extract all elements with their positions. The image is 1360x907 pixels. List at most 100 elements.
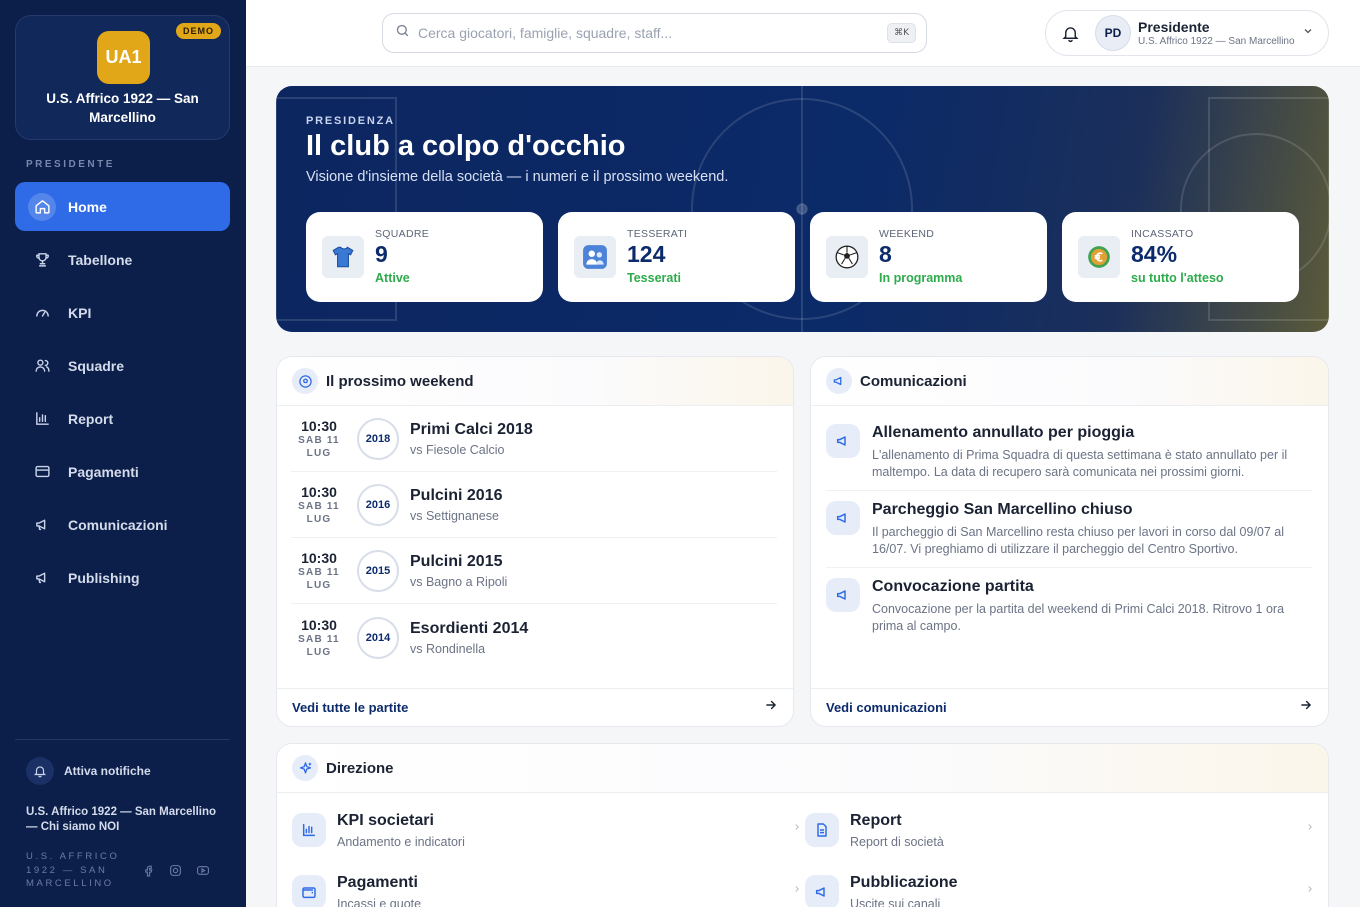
sidebar-item-label: Tabellone	[68, 251, 133, 268]
card-title: Il prossimo weekend	[326, 372, 474, 390]
sidebar: DEMO UA1 U.S. Affrico 1922 — San Marcell…	[0, 0, 246, 907]
jersey-icon	[322, 236, 364, 278]
chevron-down-icon	[1302, 24, 1314, 42]
arrow-right-icon	[764, 698, 778, 717]
match-time: 10:30	[301, 549, 337, 566]
footer-club-caption: U.S. AFFRICO 1922 — SAN MARCELLINO	[26, 851, 120, 889]
bell-icon[interactable]	[1050, 24, 1090, 43]
instagram-icon[interactable]	[169, 864, 182, 882]
footer-club-link[interactable]: U.S. Affrico 1922 — San Marcellino — Chi…	[26, 805, 226, 835]
chevron-right-icon	[792, 882, 802, 900]
match-team: Pulcini 2016	[410, 486, 503, 504]
match-month: LUG	[306, 579, 332, 591]
direction-item-title: Pagamenti	[337, 873, 418, 891]
user-menu[interactable]: PD Presidente U.S. Affrico 1922 — San Ma…	[1045, 10, 1329, 56]
match-row[interactable]: 10:30 SAB 11 LUG 2016 Pulcini 2016 vs Setti…	[291, 472, 777, 538]
user-name: Presidente	[1138, 19, 1210, 35]
card-title: Comunicazioni	[860, 372, 967, 390]
enable-notifications-button[interactable]: Attiva notifiche	[26, 757, 151, 785]
announcement-title: Convocazione partita	[872, 578, 1034, 595]
card-title: Direzione	[326, 759, 394, 777]
match-opponent: vs Settignanese	[410, 508, 499, 523]
stat-card-squadre[interactable]: SQUADRE 9 Attive	[306, 212, 543, 302]
megaphone-icon	[826, 368, 852, 394]
user-club: U.S. Affrico 1922 — San Marcellino	[1138, 36, 1295, 47]
sidebar-item-home[interactable]: Home	[15, 182, 230, 231]
megaphone-icon	[28, 511, 56, 539]
team-year-badge: 2015	[357, 549, 399, 592]
bar-chart-icon	[28, 405, 56, 433]
sidebar-item-label: Pagamenti	[68, 463, 139, 480]
match-time: 10:30	[301, 617, 337, 633]
stat-label: SQUADRE	[375, 228, 430, 240]
megaphone-icon	[805, 875, 839, 907]
stat-note: In programma	[879, 271, 963, 285]
arrow-right-icon	[1299, 698, 1313, 717]
demo-badge: DEMO	[176, 23, 221, 39]
facebook-icon[interactable]	[142, 864, 155, 882]
see-announcements-link[interactable]: Vedi comunicazioni	[811, 688, 1328, 726]
match-month: LUG	[306, 647, 332, 658]
sidebar-item-comunicazioni[interactable]: Comunicazioni	[15, 500, 230, 549]
announcements-card: Comunicazioni Allenamento annullato per …	[810, 356, 1329, 727]
match-opponent: vs Rondinella	[410, 642, 486, 656]
stat-card-weekend[interactable]: WEEKEND 8 In programma	[810, 212, 1047, 302]
club-name: U.S. Affrico 1922 — San Marcellino	[46, 91, 199, 125]
announcement-item[interactable]: Allenamento annullato per pioggia L'allen…	[826, 424, 1312, 491]
sidebar-item-report[interactable]: Report	[15, 394, 230, 443]
match-row[interactable]: 10:30 SAB 11 LUG 2015 Pulcini 2015 vs Bagno…	[291, 538, 777, 604]
match-team: Pulcini 2015	[410, 552, 503, 570]
club-card[interactable]: DEMO UA1 U.S. Affrico 1922 — San Marcell…	[15, 15, 230, 140]
see-all-matches-link[interactable]: Vedi tutte le partite	[277, 688, 793, 726]
search-icon	[395, 23, 410, 43]
home-icon	[28, 192, 56, 221]
page-subtitle: Visione d'insieme della società — i nume…	[306, 169, 729, 185]
gauge-icon	[28, 299, 56, 327]
weekend-card: Il prossimo weekend 10:30 SAB 11 LUG 2018 …	[276, 356, 794, 727]
stat-value: 84%	[1131, 241, 1178, 267]
search-bar[interactable]: ⌘K	[382, 13, 927, 53]
direction-item-report[interactable]: Report Report di società	[805, 802, 1315, 858]
stat-card-tesserati[interactable]: TESSERATI 124 Tesserati	[558, 212, 795, 302]
direction-item-pagamenti[interactable]: Pagamenti Incassi e quote	[292, 864, 802, 907]
bar-chart-icon	[292, 813, 326, 847]
match-row[interactable]: 10:30 SAB 11 LUG 2014 Esordienti 2014 vs Ro…	[291, 605, 777, 671]
sidebar-item-kpi[interactable]: KPI	[15, 288, 230, 337]
match-day: SAB 11	[298, 566, 340, 578]
sidebar-item-label: Comunicazioni	[68, 516, 168, 533]
stat-label: WEEKEND	[879, 228, 935, 240]
direction-item-pubblicazione[interactable]: Pubblicazione Uscite sui canali	[805, 864, 1315, 907]
megaphone-icon	[28, 564, 56, 592]
search-input[interactable]	[418, 25, 926, 41]
sidebar-item-publishing[interactable]: Publishing	[15, 553, 230, 602]
trophy-icon	[28, 246, 56, 274]
wallet-icon	[292, 875, 326, 907]
stat-value: 124	[627, 241, 666, 267]
notifications-label: Attiva notifiche	[64, 764, 151, 778]
topbar: ⌘K PD Presidente U.S. Affrico 1922 — San…	[246, 0, 1360, 67]
sidebar-divider	[15, 739, 230, 740]
stat-card-incassato[interactable]: INCASSATO 84% su tutto l'atteso	[1062, 212, 1299, 302]
stat-note: Tesserati	[627, 271, 681, 285]
match-team: Esordienti 2014	[410, 620, 529, 637]
credit-card-icon	[28, 458, 56, 486]
megaphone-icon	[826, 501, 860, 535]
social-links	[142, 864, 210, 882]
sidebar-item-tabellone[interactable]: Tabellone	[15, 235, 230, 284]
announcement-body: L'allenamento di Prima Squadra di questa…	[872, 448, 1288, 479]
sidebar-item-label: Squadre	[68, 357, 125, 374]
announcement-item[interactable]: Parcheggio San Marcellino chiuso Il parch…	[826, 501, 1312, 568]
soccer-ball-icon	[826, 236, 868, 278]
match-day: SAB 11	[298, 500, 340, 512]
see-all-matches-label: Vedi tutte le partite	[292, 700, 409, 715]
match-row[interactable]: 10:30 SAB 11 LUG 2018 Primi Calci 2018 vs F…	[291, 406, 777, 472]
megaphone-icon	[826, 578, 860, 612]
club-logo: UA1	[97, 31, 150, 84]
match-day: SAB 11	[298, 634, 340, 645]
sidebar-item-squadre[interactable]: Squadre	[15, 341, 230, 390]
sidebar-item-pagamenti[interactable]: Pagamenti	[15, 447, 230, 496]
announcement-item[interactable]: Convocazione partita Convocazione per la …	[826, 578, 1312, 645]
match-time: 10:30	[301, 417, 337, 434]
youtube-icon[interactable]	[196, 864, 210, 882]
direction-item-kpi[interactable]: KPI societari Andamento e indicatori	[292, 802, 802, 858]
